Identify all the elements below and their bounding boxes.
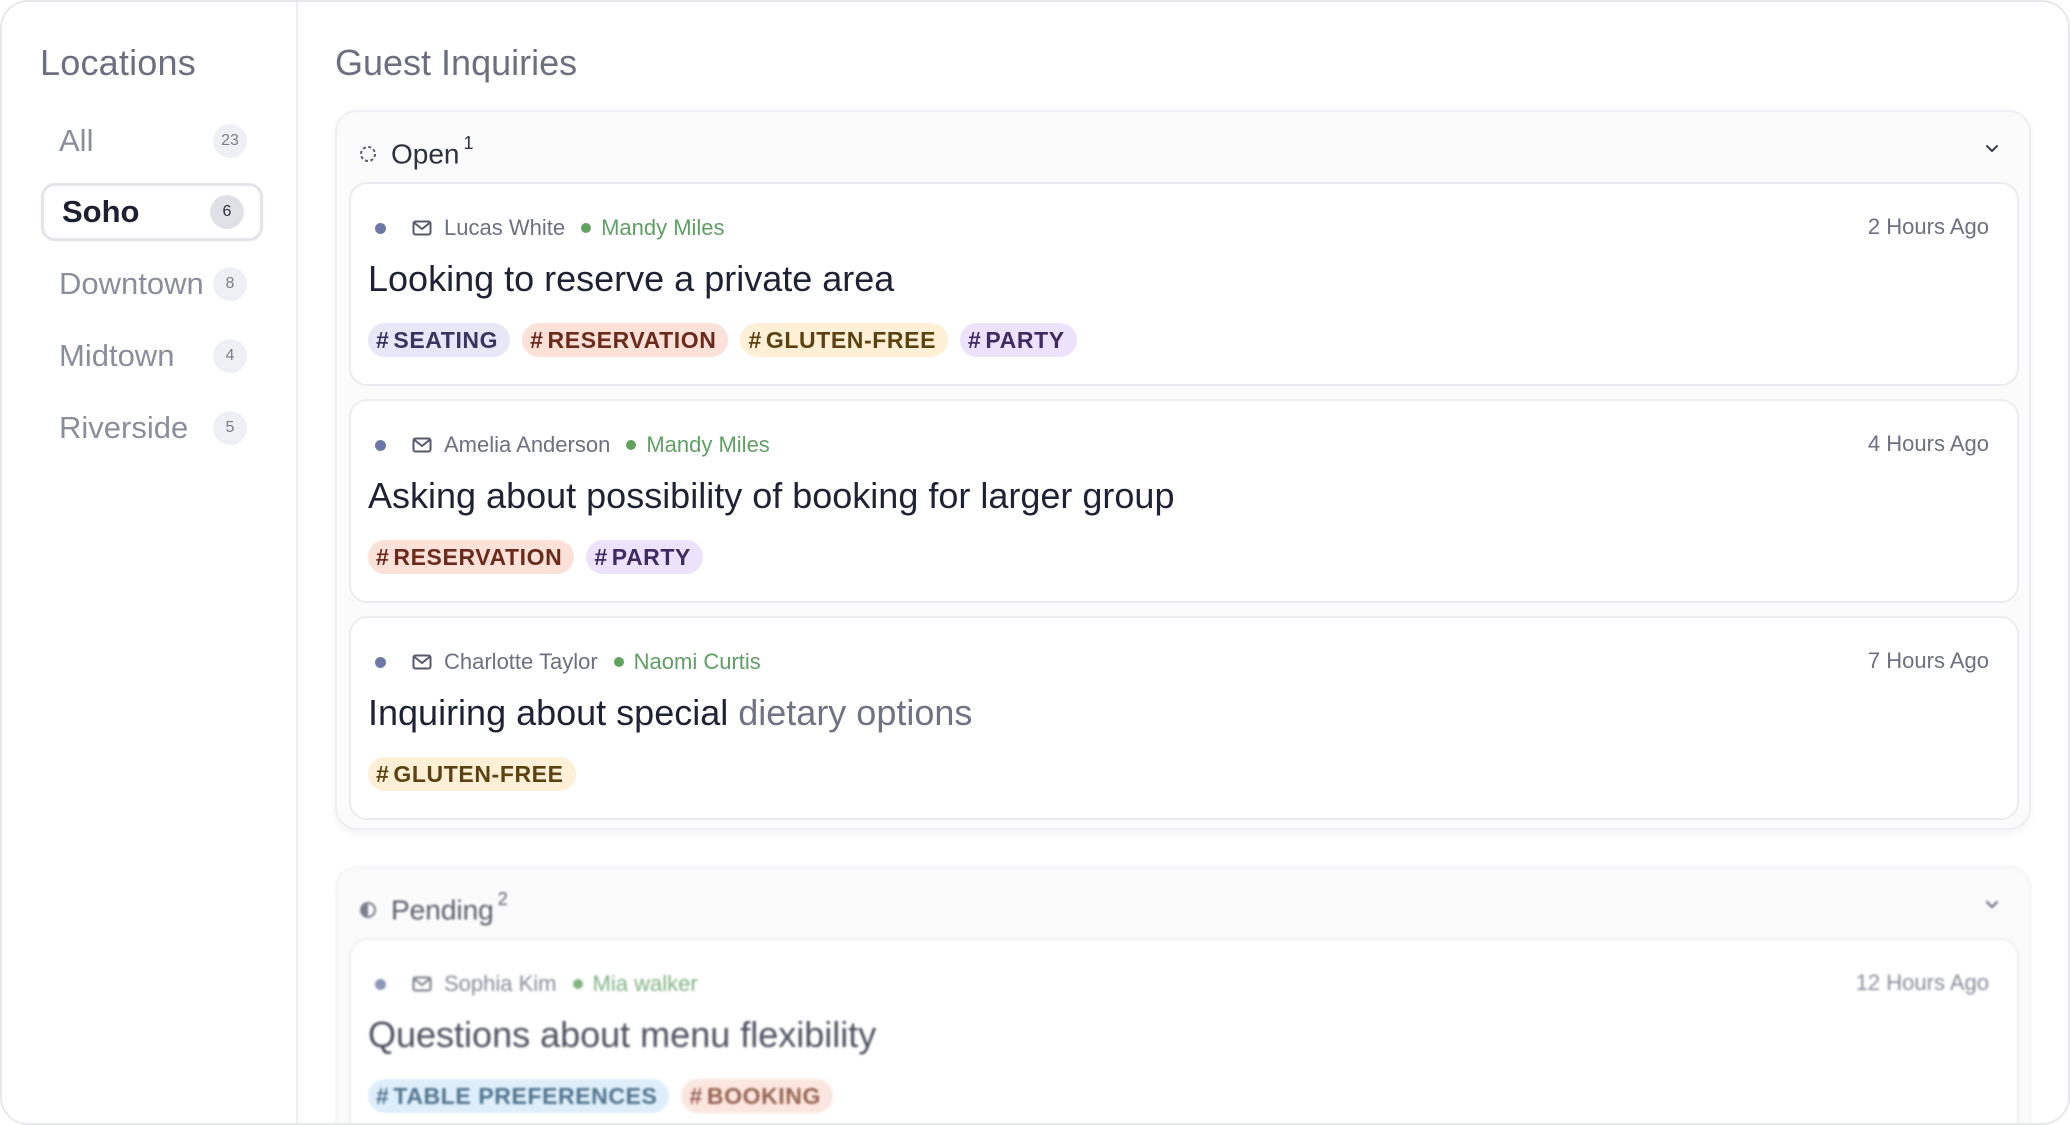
inquiry-time: 12 Hours Ago	[1855, 970, 1989, 995]
inquiry-time: 7 Hours Ago	[1867, 648, 1989, 673]
location-count-badge: 5	[213, 411, 247, 445]
mail-icon	[412, 654, 432, 670]
inquiry-card[interactable]: Sophia Kim Mia walker 12 Hours Ago Quest…	[349, 938, 2019, 1123]
inquiry-meta: Charlotte Taylor Naomi Curtis	[375, 644, 761, 680]
location-label: Midtown	[59, 338, 175, 373]
sender-name: Lucas White	[444, 215, 566, 240]
inquiry-time: 2 Hours Ago	[1867, 214, 1989, 239]
tag-party[interactable]: # PARTY	[960, 323, 1077, 357]
inquiry-title: Asking about possibility of booking for …	[368, 475, 1175, 516]
location-label: Soho	[62, 194, 140, 229]
inquiry-card[interactable]: Charlotte Taylor Naomi Curtis 7 Hours Ag…	[349, 616, 2019, 820]
location-count-badge: 8	[213, 267, 247, 301]
tag-list: # RESERVATION # PARTY	[368, 540, 703, 574]
location-label: All	[59, 123, 94, 158]
inquiry-meta: Sophia Kim Mia walker	[375, 966, 698, 1002]
location-item-all[interactable]: All 23	[41, 112, 263, 170]
sender-name: Charlotte Taylor	[444, 649, 598, 674]
location-item-downtown[interactable]: Downtown 8	[41, 255, 263, 313]
sidebar-title: Locations	[40, 42, 196, 83]
location-item-riverside[interactable]: Riverside 5	[41, 399, 263, 457]
mail-icon	[412, 437, 432, 453]
tag-gluten-free[interactable]: # GLUTEN-FREE	[368, 757, 576, 791]
assignee-status-dot	[572, 979, 583, 989]
group-header[interactable]: Pending 2	[359, 888, 508, 932]
location-label: Riverside	[59, 410, 189, 445]
dashed-circle-icon	[359, 138, 377, 170]
location-item-midtown[interactable]: Midtown 4	[41, 327, 263, 385]
mail-icon	[412, 976, 432, 992]
tag-list: # GLUTEN-FREE	[368, 757, 576, 791]
tag-list: # TABLE PREFERENCES # BOOKING	[368, 1079, 833, 1113]
tag-list: # SEATING # RESERVATION # GLUTEN-FREE # PART…	[368, 323, 1077, 357]
locations-sidebar: Locations All 23 Soho 6 Downtown 8 Midto…	[2, 2, 298, 1123]
assignee-status-dot	[613, 657, 624, 667]
inquiry-title: Inquiring about special dietary options	[368, 692, 973, 733]
assignee-status-dot	[626, 440, 637, 450]
tag-seating[interactable]: # SEATING	[368, 323, 511, 357]
inquiry-title: Looking to reserve a private area	[368, 258, 895, 299]
sender-name: Amelia Anderson	[444, 432, 611, 457]
location-label: Downtown	[59, 266, 204, 301]
location-count-badge: 4	[213, 339, 247, 373]
inquiry-meta: Lucas White Mandy Miles	[375, 210, 725, 246]
chevron-down-icon[interactable]	[1977, 890, 2007, 920]
assignee-name: Mandy Miles	[601, 215, 725, 240]
assignee-name: Mia walker	[592, 971, 698, 996]
group-count: 2	[497, 889, 508, 910]
group-header[interactable]: Open 1	[359, 132, 474, 176]
group-name: Pending	[391, 894, 494, 926]
group-count: 1	[463, 133, 474, 154]
assignee-name: Naomi Curtis	[633, 649, 761, 674]
tag-table-preferences[interactable]: # TABLE PREFERENCES	[368, 1079, 670, 1113]
location-item-soho[interactable]: Soho 6	[41, 183, 263, 241]
unread-dot-icon	[375, 222, 386, 234]
inquiry-card[interactable]: Lucas White Mandy Miles 2 Hours Ago Look…	[349, 182, 2019, 386]
location-count-badge: 6	[210, 195, 244, 229]
mail-icon	[412, 220, 432, 236]
half-circle-icon	[359, 894, 377, 926]
page-title: Guest Inquiries	[335, 42, 578, 83]
inquiry-group-open: Open 1 Lucas White Mandy Miles 2 Hours Ag…	[335, 110, 2031, 830]
tag-party[interactable]: # PARTY	[586, 540, 703, 574]
chevron-down-icon[interactable]	[1977, 134, 2007, 164]
tag-gluten-free[interactable]: # GLUTEN-FREE	[740, 323, 949, 357]
unread-dot-icon	[375, 978, 386, 990]
app-window: Locations All 23 Soho 6 Downtown 8 Midto…	[0, 0, 2070, 1125]
tag-booking[interactable]: # BOOKING	[681, 1079, 833, 1113]
group-name: Open	[391, 138, 460, 170]
assignee-status-dot	[581, 223, 592, 233]
assignee-name: Mandy Miles	[646, 432, 770, 457]
unread-dot-icon	[375, 656, 386, 668]
location-count-badge: 23	[213, 124, 247, 158]
unread-dot-icon	[375, 439, 386, 451]
sender-name: Sophia Kim	[444, 971, 557, 996]
inquiry-title: Questions about menu flexibility	[368, 1014, 877, 1055]
inquiry-group-pending: Pending 2 Sophia Kim Mia walker 12 Hours …	[335, 866, 2031, 1123]
inquiry-card[interactable]: Amelia Anderson Mandy Miles 4 Hours Ago …	[349, 399, 2019, 603]
tag-reservation[interactable]: # RESERVATION	[522, 323, 729, 357]
inquiry-time: 4 Hours Ago	[1867, 431, 1989, 456]
tag-reservation[interactable]: # RESERVATION	[368, 540, 575, 574]
inquiry-meta: Amelia Anderson Mandy Miles	[375, 427, 770, 463]
